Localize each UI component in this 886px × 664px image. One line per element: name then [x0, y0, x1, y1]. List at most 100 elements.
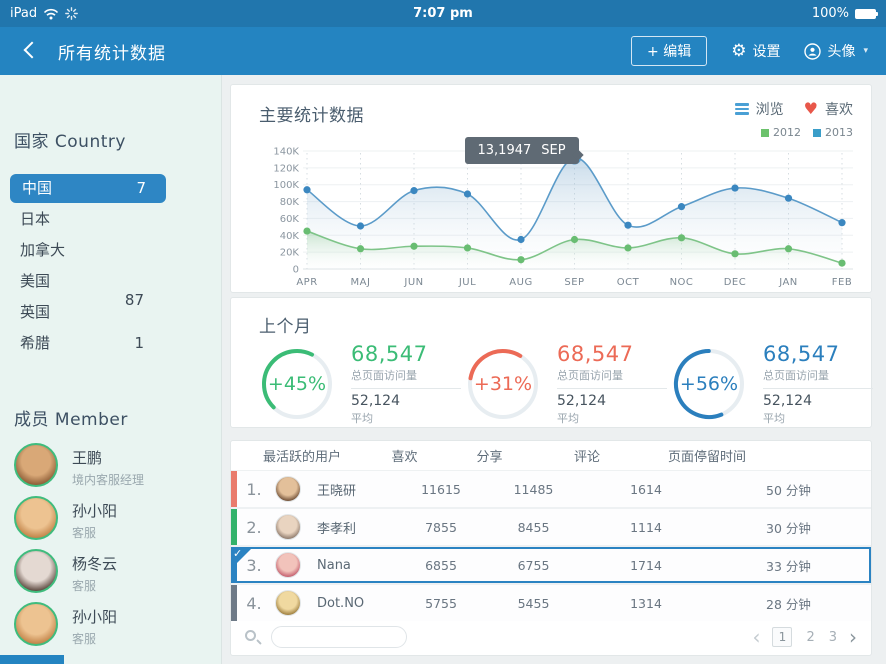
stat-value: 68,547	[763, 342, 873, 366]
row-likes: 7855	[401, 520, 481, 535]
svg-text:60K: 60K	[280, 214, 300, 225]
year-legend: 2012 2013	[761, 126, 853, 139]
sidebar-item-member[interactable]: 王鹏境内客服经理	[14, 443, 221, 496]
chart-tooltip: 13,1947SEP	[465, 137, 579, 164]
sidebar-item-country[interactable]: 中国7	[10, 174, 166, 203]
stat-average-label: 平均	[351, 410, 461, 426]
table-row[interactable]: 4.Dot.NO57555455131428 分钟	[231, 585, 871, 621]
page-number[interactable]: 3	[829, 630, 837, 645]
back-button[interactable]	[18, 38, 44, 64]
sidebar-item-country[interactable]: 日本	[0, 204, 221, 235]
table-header-cell: 最活跃的用户	[237, 446, 367, 465]
settings-button[interactable]: ⚙ 设置	[731, 41, 780, 61]
sidebar-item-member[interactable]: 孙小阳客服	[14, 602, 221, 655]
stat-text: 68,547总页面访问量52,124平均	[763, 342, 873, 426]
page-title: 所有统计数据	[58, 39, 166, 64]
country-name: 英国	[20, 303, 50, 321]
country-name: 中国	[22, 179, 52, 197]
legend-2012-swatch	[761, 129, 769, 137]
svg-text:NOC: NOC	[670, 277, 694, 288]
table-row[interactable]: 1.王晓研1161511485161450 分钟	[231, 471, 871, 507]
user-avatar	[275, 514, 301, 540]
sidebar-item-country[interactable]: 加拿大	[0, 235, 221, 266]
stat-value-label: 总页面访问量	[557, 367, 667, 383]
stat-block: +31% 68,547总页面访问量 52,124平均	[465, 342, 671, 426]
stat-percent: +56%	[671, 346, 747, 422]
row-duration: 28 分钟	[706, 594, 871, 613]
member-heading: 成员 Member	[14, 405, 221, 430]
page-prev-button[interactable]: ‹	[752, 627, 760, 647]
sync-spinner-icon	[65, 7, 78, 20]
table-header-cell: 评论	[537, 446, 637, 465]
stat-sub: 52,124平均	[557, 388, 667, 426]
sidebar-item-country[interactable]: 美国	[0, 266, 221, 297]
page-number[interactable]: 2	[806, 630, 814, 645]
user-name: 李孝利	[317, 518, 356, 537]
edit-button[interactable]: + 编辑	[631, 36, 707, 66]
stat-value: 68,547	[351, 342, 461, 366]
sidebar-item-country[interactable]: 英国87	[0, 297, 221, 328]
country-name: 日本	[20, 210, 50, 228]
svg-text:40K: 40K	[280, 231, 300, 242]
legend-likes-toggle[interactable]: ♥ 喜欢	[804, 99, 853, 119]
user-avatar	[275, 590, 301, 616]
sidebar-item-country[interactable]: 希腊1	[0, 328, 221, 359]
stat-percent: +45%	[259, 346, 335, 422]
avatar-menu[interactable]: 头像 ▾	[804, 41, 868, 61]
row-duration: 33 分钟	[706, 556, 871, 575]
member-list: 王鹏境内客服经理孙小阳客服杨冬云客服孙小阳客服	[0, 443, 221, 655]
status-clock: 7:07 pm	[210, 6, 676, 21]
table-footer: ‹ 123 ›	[231, 619, 871, 655]
table-header-cell: 页面停留时间	[637, 446, 777, 465]
row-comments: 1314	[586, 596, 706, 611]
page-number[interactable]: 1	[772, 627, 792, 647]
row-user: Nana	[271, 552, 401, 578]
svg-text:AUG: AUG	[509, 277, 532, 288]
row-shares: 5455	[481, 596, 586, 611]
status-bar: iPad 7:07 pm 100%	[0, 0, 886, 27]
stat-value: 68,547	[557, 342, 667, 366]
user-circle-icon	[804, 43, 821, 60]
stat-text: 68,547总页面访问量52,124平均	[351, 342, 461, 426]
svg-text:80K: 80K	[280, 197, 300, 208]
stat-percent: +31%	[465, 346, 541, 422]
member-name: 孙小阳	[72, 500, 117, 521]
row-duration: 30 分钟	[706, 518, 871, 537]
member-name: 杨冬云	[72, 553, 117, 574]
row-duration: 50 分钟	[706, 480, 871, 499]
sidebar-item-member[interactable]: 孙小阳客服	[14, 496, 221, 549]
caret-down-icon: ▾	[863, 46, 868, 56]
row-shares: 11485	[481, 482, 586, 497]
chart-title: 主要统计数据	[259, 101, 364, 126]
member-avatar	[14, 602, 58, 646]
stat-value-label: 总页面访问量	[351, 367, 461, 383]
row-user: 李孝利	[271, 514, 401, 540]
sidebar: 国家 Country 中国7 日本加拿大美国英国87希腊1 成员 Member 王…	[0, 75, 222, 664]
user-avatar	[275, 552, 301, 578]
tooltip-value: 13,1947	[478, 143, 532, 158]
table-header-cell: 喜欢	[367, 446, 442, 465]
main-stats-card: 主要统计数据 浏览 ♥ 喜欢 2012 2013 140K120K100K80K…	[230, 84, 872, 293]
last-month-card: 上个月 +45%68,547总页面访问量52,124平均+31%68,547总页…	[230, 297, 872, 428]
stat-sub: 52,124平均	[763, 388, 873, 426]
legend-views-toggle[interactable]: 浏览	[735, 99, 784, 119]
table-row[interactable]: 2.李孝利78558455111430 分钟	[231, 509, 871, 545]
svg-text:JUL: JUL	[458, 277, 476, 288]
member-avatar	[14, 549, 58, 593]
svg-text:FEB: FEB	[832, 277, 852, 288]
table-row[interactable]: ✓3.Nana68556755171433 分钟	[231, 547, 871, 583]
line-chart: 140K120K100K80K60K40K20K0APRMAJJUNJULAUG…	[247, 143, 859, 291]
page-next-button[interactable]: ›	[849, 627, 857, 647]
svg-text:140K: 140K	[273, 147, 299, 158]
legend-views-label: 浏览	[756, 99, 784, 119]
row-rank: 4.	[237, 594, 271, 613]
sidebar-item-member[interactable]: 杨冬云客服	[14, 549, 221, 602]
search-input[interactable]	[271, 626, 407, 648]
scroll-indicator	[0, 655, 64, 664]
user-avatar	[275, 476, 301, 502]
legend-2012-label: 2012	[773, 126, 801, 139]
progress-ring: +56%	[671, 346, 747, 422]
country-heading: 国家 Country	[14, 127, 221, 152]
battery-percent: 100%	[812, 6, 849, 21]
device-label: iPad	[10, 6, 37, 21]
